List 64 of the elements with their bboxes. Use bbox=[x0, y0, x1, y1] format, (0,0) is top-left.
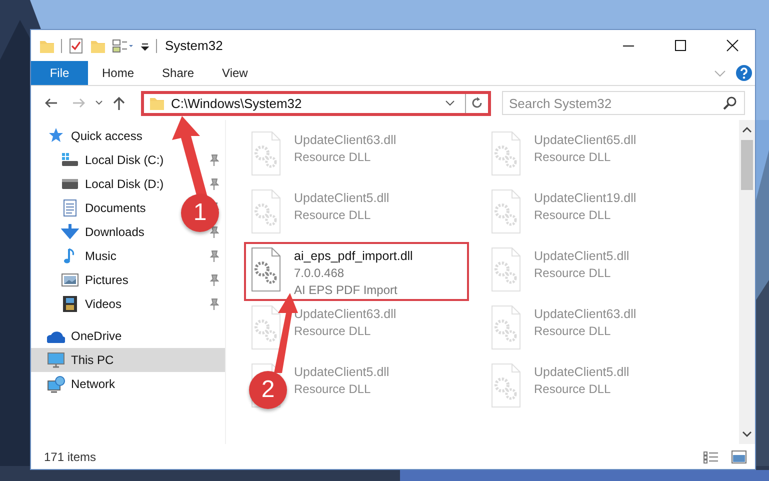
ribbon-tab[interactable]: View bbox=[208, 61, 262, 85]
drive-icon bbox=[61, 151, 79, 169]
nav-item[interactable]: Local Disk (C:) bbox=[55, 148, 170, 172]
file-detail: Resource DLL bbox=[294, 149, 372, 166]
nav-item[interactable]: OneDrive bbox=[41, 324, 128, 348]
help-icon[interactable] bbox=[736, 65, 752, 81]
file-detail: Resource DLL bbox=[294, 323, 372, 340]
file-detail: Resource DLL bbox=[534, 265, 612, 282]
recent-locations-icon[interactable] bbox=[95, 99, 103, 107]
address-bar[interactable]: C:\Windows\System32 bbox=[141, 90, 491, 116]
file-detail: Resource DLL bbox=[534, 381, 612, 398]
network-icon bbox=[47, 375, 65, 393]
file-detail: Resource DLL bbox=[294, 381, 372, 398]
file-detail: Resource DLL bbox=[534, 149, 612, 166]
tiles-view-icon[interactable] bbox=[731, 450, 747, 464]
scrollbar[interactable] bbox=[739, 120, 755, 444]
search-field[interactable]: Search System32 bbox=[502, 91, 745, 115]
details-view-icon[interactable] bbox=[703, 450, 719, 464]
gear-file-icon bbox=[490, 363, 522, 409]
folder-icon bbox=[149, 95, 165, 111]
gear-file-icon bbox=[490, 131, 522, 177]
nav-item[interactable]: Network bbox=[41, 372, 122, 396]
up-icon[interactable] bbox=[111, 95, 127, 111]
gear-file-icon bbox=[250, 305, 282, 351]
star-icon bbox=[47, 127, 65, 145]
window-title: System32 bbox=[165, 38, 223, 53]
film-icon bbox=[61, 295, 79, 313]
gear-file-icon bbox=[250, 247, 282, 293]
scroll-thumb[interactable] bbox=[741, 140, 753, 190]
file-menu-tab[interactable]: File bbox=[31, 61, 88, 85]
nav-item[interactable]: Videos bbox=[55, 292, 128, 316]
gear-file-icon bbox=[250, 189, 282, 235]
file-name: ai_eps_pdf_import.dll bbox=[294, 248, 413, 265]
address-path: C:\Windows\System32 bbox=[171, 96, 302, 110]
nav-item[interactable]: Downloads bbox=[55, 220, 150, 244]
gear-file-icon bbox=[490, 189, 522, 235]
highlighted-file[interactable]: ai_eps_pdf_import.dll 7.0.0.468 AI EPS PDF Import bbox=[244, 242, 469, 301]
file-detail: Resource DLL bbox=[534, 207, 612, 224]
nav-item[interactable]: Documents bbox=[55, 196, 152, 220]
download-icon bbox=[61, 223, 79, 241]
properties-icon[interactable] bbox=[68, 38, 84, 54]
file-detail: AI EPS PDF Import bbox=[294, 282, 398, 299]
document-icon bbox=[61, 199, 79, 217]
nav-item[interactable]: Pictures bbox=[55, 268, 134, 292]
picture-icon bbox=[61, 271, 79, 289]
ribbon-tab[interactable]: Share bbox=[148, 61, 208, 85]
nav-item[interactable]: This PC bbox=[31, 348, 225, 372]
gear-file-icon bbox=[250, 131, 282, 177]
monitor-icon bbox=[47, 351, 65, 369]
gear-file-icon bbox=[490, 305, 522, 351]
ribbon-tab[interactable]: Home bbox=[88, 61, 148, 85]
file-detail: Resource DLL bbox=[534, 323, 612, 340]
item-count: 171 items bbox=[44, 450, 96, 464]
gear-file-icon bbox=[490, 247, 522, 293]
address-dropdown-icon[interactable] bbox=[445, 99, 455, 107]
view-menu-icon[interactable] bbox=[112, 38, 134, 54]
file-detail: 7.0.0.468 bbox=[294, 265, 346, 282]
scroll-up-icon[interactable] bbox=[742, 126, 752, 134]
file-detail: Resource DLL bbox=[294, 207, 372, 224]
nav-item[interactable]: Quick access bbox=[41, 124, 148, 148]
scroll-down-icon[interactable] bbox=[742, 430, 752, 438]
search-icon[interactable] bbox=[723, 96, 737, 110]
nav-item[interactable]: Local Disk (D:) bbox=[55, 172, 170, 196]
nav-item[interactable]: Music bbox=[55, 244, 122, 268]
